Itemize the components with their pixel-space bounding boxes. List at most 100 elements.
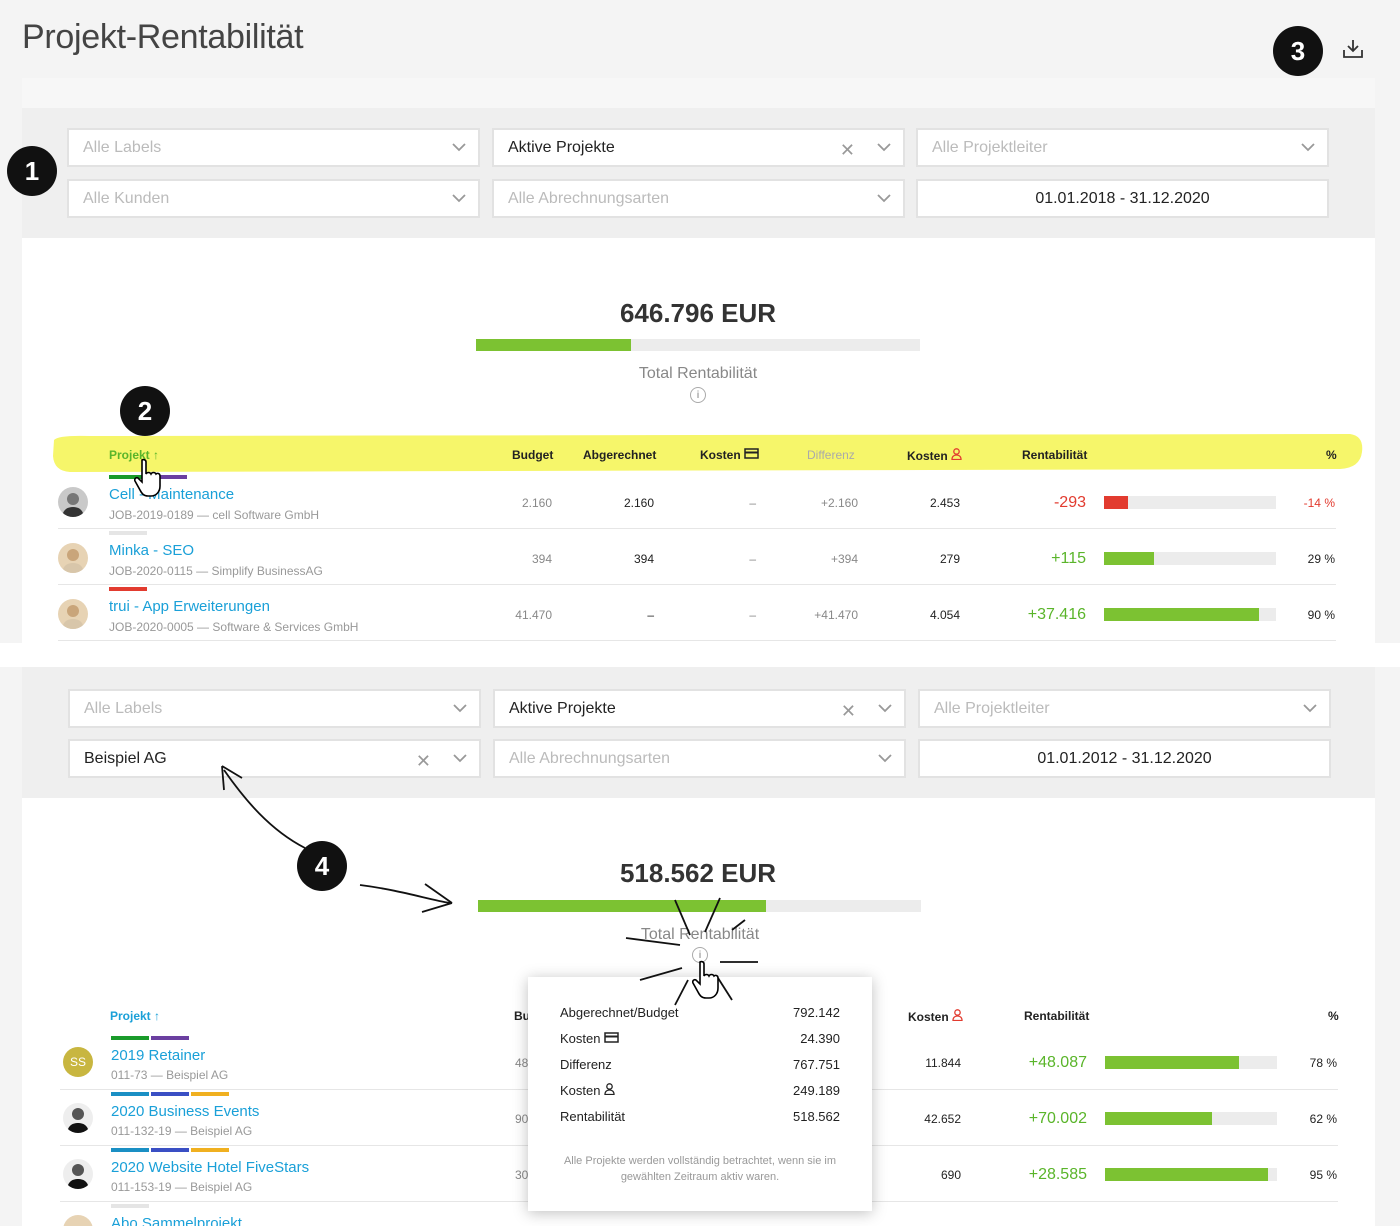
project-title[interactable]: Abo Sammelprojekt [111,1215,242,1226]
billing-filter-2[interactable]: Alle Abrechnungsarten [493,739,906,778]
col-differenz-header[interactable]: Differenz [807,448,855,462]
rent-bar-fill [1104,496,1129,509]
project-title[interactable]: Minka - SEO [109,542,194,559]
col-rentabilitaet-header[interactable]: Rentabilität [1022,448,1087,462]
credit-card-icon [604,1032,619,1043]
tooltip-value: 24.390 [800,1031,840,1046]
project-subtitle: 011-153-19 — Beispiel AG [111,1180,253,1194]
cell-kosten-personal: 2.453 [929,496,960,510]
project-title[interactable]: Cell - Maintenance [109,486,234,503]
download-icon[interactable] [1341,38,1365,60]
status-filter-value: Aktive Projekte [509,699,616,717]
labels-filter-value: Alle Labels [84,699,163,717]
label-swatch [191,1092,229,1096]
annotation-badge-2: 2 [120,386,170,436]
person-icon [604,1083,615,1096]
label-swatch [111,1092,149,1096]
panel-divider [0,643,1400,667]
label-swatch [151,1092,189,1096]
labels-filter-value: Alle Labels [83,138,162,156]
chevron-down-icon [877,143,891,152]
annotation-badge-4: 4 [297,841,347,891]
project-labels [111,1148,229,1152]
clear-icon[interactable]: ✕ [840,140,855,161]
status-filter[interactable]: Aktive Projekte ✕ [492,128,905,167]
leader-filter[interactable]: Alle Projektleiter [916,128,1329,167]
label-swatch [111,1036,149,1040]
project-title[interactable]: trui - App Erweiterungen [109,598,270,615]
cell-kosten-material: – [749,496,756,510]
col-pct-header[interactable]: % [1326,448,1337,462]
row-separator [58,640,1336,641]
daterange-input-2[interactable]: 01.01.2012 - 31.12.2020 [918,739,1331,778]
annotation-badge-1: 1 [7,146,57,196]
col-abgerechnet-header[interactable]: Abgerechnet [583,448,656,462]
label-swatch [151,1036,189,1040]
project-labels [111,1036,189,1040]
cell-abgerechnet: 2.160 [623,496,654,510]
sort-arrow-up-icon: ↑ [154,1009,161,1023]
total-label: Total Rentabilität [638,365,758,382]
project-title[interactable]: 2020 Business Events [111,1103,259,1120]
cell-rentabilitaet: +70.002 [1028,1110,1087,1127]
status-filter-2[interactable]: Aktive Projekte ✕ [493,689,906,728]
rent-bar [1104,552,1276,565]
customers-filter[interactable]: Alle Kunden [67,179,480,218]
project-labels [109,531,147,535]
col-kosten-material-header[interactable]: Kosten [700,448,759,462]
rent-bar [1105,1168,1277,1181]
chevron-down-icon [877,194,891,203]
leader-filter-2[interactable]: Alle Projektleiter [918,689,1331,728]
chevron-down-icon [878,704,892,713]
billing-filter[interactable]: Alle Abrechnungsarten [492,179,905,218]
col-kosten-personal-header[interactable]: Kosten [907,448,962,463]
total-progress-bar [476,339,920,351]
cell-rentabilitaet: -293 [1053,494,1086,511]
rent-bar [1104,496,1276,509]
label-swatch [109,587,147,591]
label-swatch [111,1204,149,1208]
cell-kosten-personal: 4.054 [929,608,960,622]
col-pct-header-2[interactable]: % [1328,1009,1339,1023]
rent-bar-fill [1104,552,1154,565]
cell-differenz: +394 [830,552,858,566]
label-swatch [109,531,147,535]
tooltip-note: Alle Projekte werden vollständig betrach… [563,1155,837,1183]
project-subtitle: 011-132-19 — Beispiel AG [111,1124,253,1138]
cell-differenz: +41.470 [814,608,858,622]
cell-rentabilitaet: +115 [1051,550,1086,567]
col-kosten-personal-header-2[interactable]: Kosten [908,1009,963,1024]
cell-budget: 90 [515,1112,529,1126]
hand-cursor-icon [134,458,161,497]
clear-icon[interactable]: ✕ [841,701,856,722]
leader-filter-value: Alle Projektleiter [932,138,1048,156]
labels-filter[interactable]: Alle Labels [67,128,480,167]
cell-budget: 48 [515,1056,529,1070]
col-budget-header[interactable]: Budget [512,448,553,462]
cell-kosten-material: – [749,608,756,622]
daterange-input[interactable]: 01.01.2018 - 31.12.2020 [916,179,1329,218]
cell-kosten-personal: 690 [940,1168,961,1182]
labels-filter-2[interactable]: Alle Labels [68,689,481,728]
col-projekt-header-2[interactable]: Projekt ↑ [110,1009,160,1023]
rent-bar [1105,1056,1277,1069]
rent-bar-fill [1105,1168,1269,1181]
col-rentabilitaet-header-2[interactable]: Rentabilität [1024,1009,1089,1023]
row-separator [58,528,1336,529]
project-title[interactable]: 2020 Website Hotel FiveStars [111,1159,309,1176]
tooltip-key: Kosten [560,1083,615,1098]
cell-abgerechnet: 394 [633,552,654,566]
row-separator [58,584,1336,585]
total-amount: 646.796 EUR [619,298,777,328]
avatar [58,487,88,517]
person-icon [951,448,962,461]
info-icon[interactable]: i [690,387,706,403]
rent-bar-fill [1105,1056,1240,1069]
project-title[interactable]: 2019 Retainer [111,1047,205,1064]
info-tooltip: Abgerechnet/Budget 792.142 Kosten 24.390 Di… [528,977,872,1211]
cell-differenz: +2.160 [820,496,858,510]
avatar: SS [63,1047,93,1077]
chevron-down-icon [452,143,466,152]
cell-pct: -14 % [1303,496,1335,510]
person-icon [952,1009,963,1022]
